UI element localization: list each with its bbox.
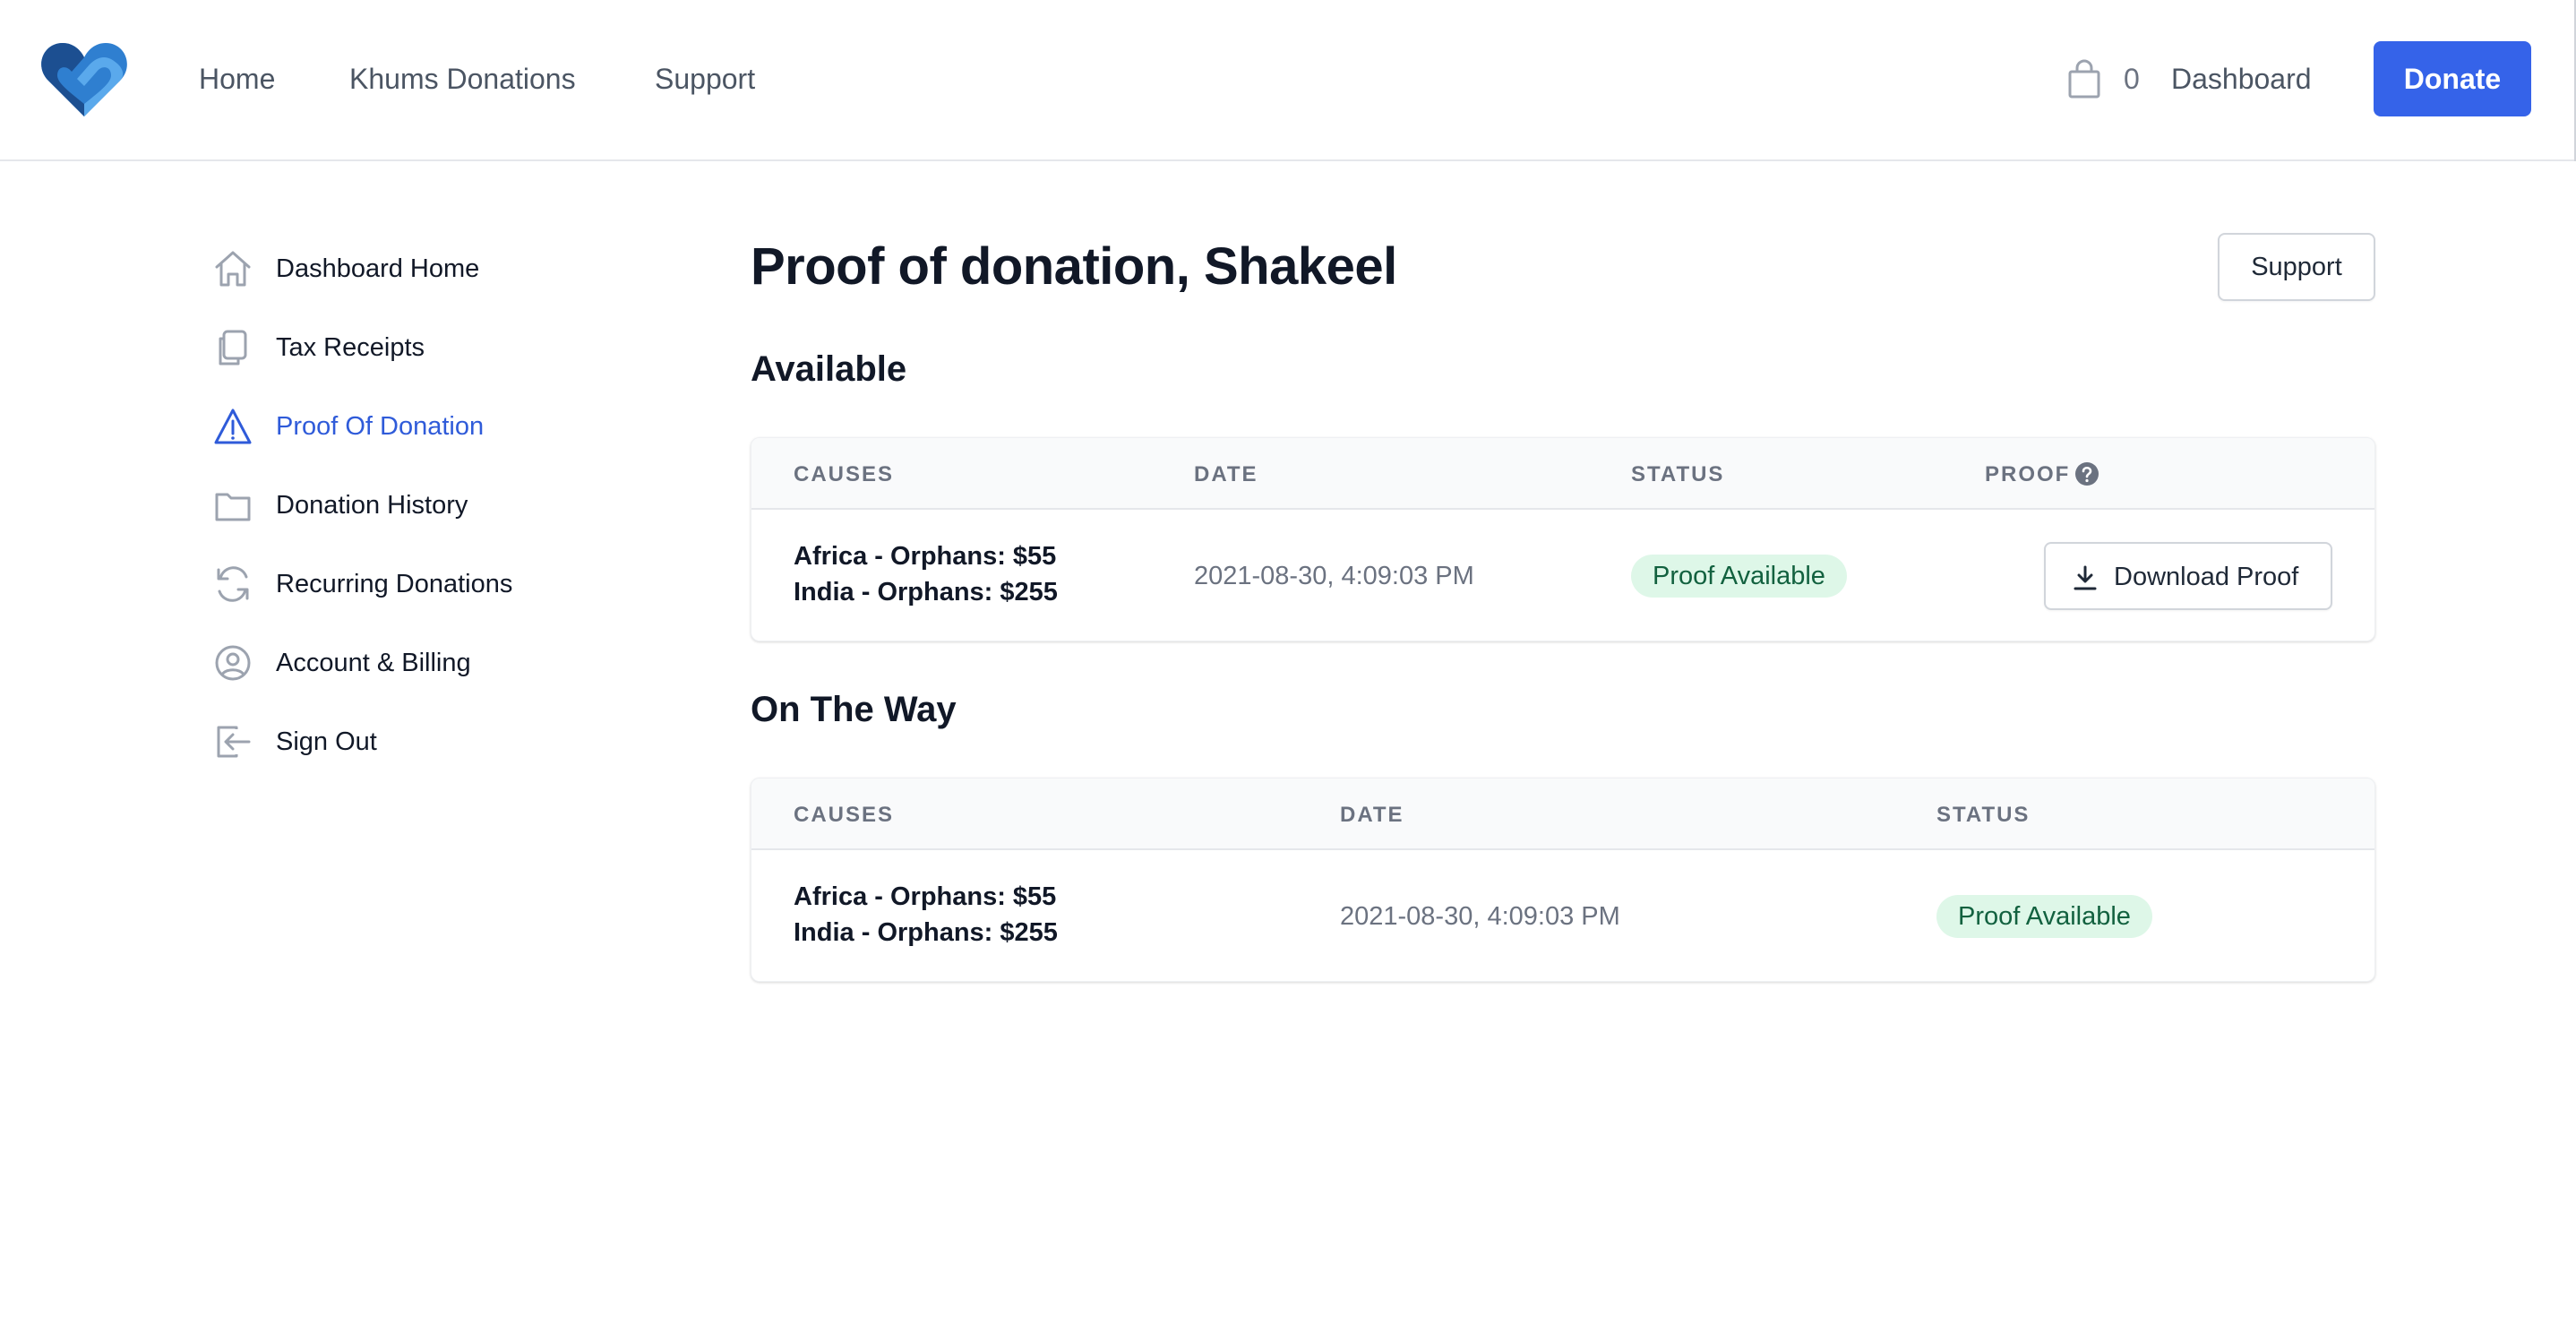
sidebar-item-label: Donation History [276,491,468,520]
cause-line: Africa - Orphans: $55 [794,882,1057,911]
refresh-icon [217,566,249,602]
sign-out-icon [217,726,251,758]
download-proof-label: Download Proof [2114,563,2299,591]
column-header-proof: Proof [1985,462,2071,486]
on-the-way-table: Causes Date Status Africa - Orphans: $55… [751,778,2375,982]
status-badge: Proof Available [1936,895,2152,938]
donation-date: 2021-08-30, 4:09:03 PM [1194,562,1474,590]
documents-icon [219,330,247,366]
sidebar-item-donation-history[interactable]: Donation History [213,484,661,527]
heart-logo-icon[interactable] [39,39,129,120]
warning-triangle-icon [214,409,252,444]
download-icon [2074,565,2097,590]
nav-khums-donations-link[interactable]: Khums Donations [349,61,576,97]
donation-date: 2021-08-30, 4:09:03 PM [1340,902,1620,931]
nav-home-link[interactable]: Home [199,61,275,97]
status-badge: Proof Available [1631,555,1847,598]
on-the-way-section-title: On The Way [751,690,957,729]
available-table: Causes Date Status Proof Africa - Orphan… [751,437,2375,641]
shopping-bag-icon[interactable] [2067,59,2101,99]
column-header-date: Date [1194,462,1258,486]
column-header-status: Status [1936,803,2031,827]
table-header: Causes Date Status [751,779,2374,850]
cause-line: India - Orphans: $255 [794,918,1058,947]
question-help-icon[interactable] [2074,461,2099,486]
sidebar-item-label: Proof Of Donation [276,412,485,441]
table-header: Causes Date Status Proof [751,438,2374,510]
user-circle-icon [215,645,251,681]
home-icon [215,251,251,287]
sidebar-item-label: Sign Out [276,727,377,756]
sidebar-item-label: Tax Receipts [276,333,425,362]
support-button[interactable]: Support [2218,233,2375,301]
folder-icon [215,493,251,521]
sidebar-item-tax-receipts[interactable]: Tax Receipts [213,326,661,369]
sidebar-item-label: Dashboard Home [276,254,480,283]
column-header-causes: Causes [794,803,895,827]
cause-line: India - Orphans: $255 [794,578,1058,606]
donate-button[interactable]: Donate [2374,41,2531,116]
column-header-causes: Causes [794,462,895,486]
top-navbar: Home Khums Donations Support 0 Dashboard… [0,0,2576,161]
sidebar-item-proof-of-donation[interactable]: Proof Of Donation [213,405,661,448]
sidebar-item-label: Account & Billing [276,649,471,677]
column-header-status: Status [1631,462,1725,486]
sidebar-item-account-billing[interactable]: Account & Billing [213,641,661,684]
sidebar-item-dashboard-home[interactable]: Dashboard Home [213,247,661,290]
sidebar-item-sign-out[interactable]: Sign Out [213,720,661,763]
download-proof-button[interactable]: Download Proof [2044,542,2332,610]
available-section-title: Available [751,349,907,389]
sidebar-item-label: Recurring Donations [276,570,513,598]
cause-line: Africa - Orphans: $55 [794,542,1057,571]
column-header-date: Date [1340,803,1404,827]
sidebar-item-recurring-donations[interactable]: Recurring Donations [213,563,661,606]
page-title: Proof of donation, Shakeel [751,237,1397,296]
nav-support-link[interactable]: Support [655,61,755,97]
nav-dashboard-link[interactable]: Dashboard [2171,61,2312,97]
cart-count: 0 [2124,63,2140,95]
